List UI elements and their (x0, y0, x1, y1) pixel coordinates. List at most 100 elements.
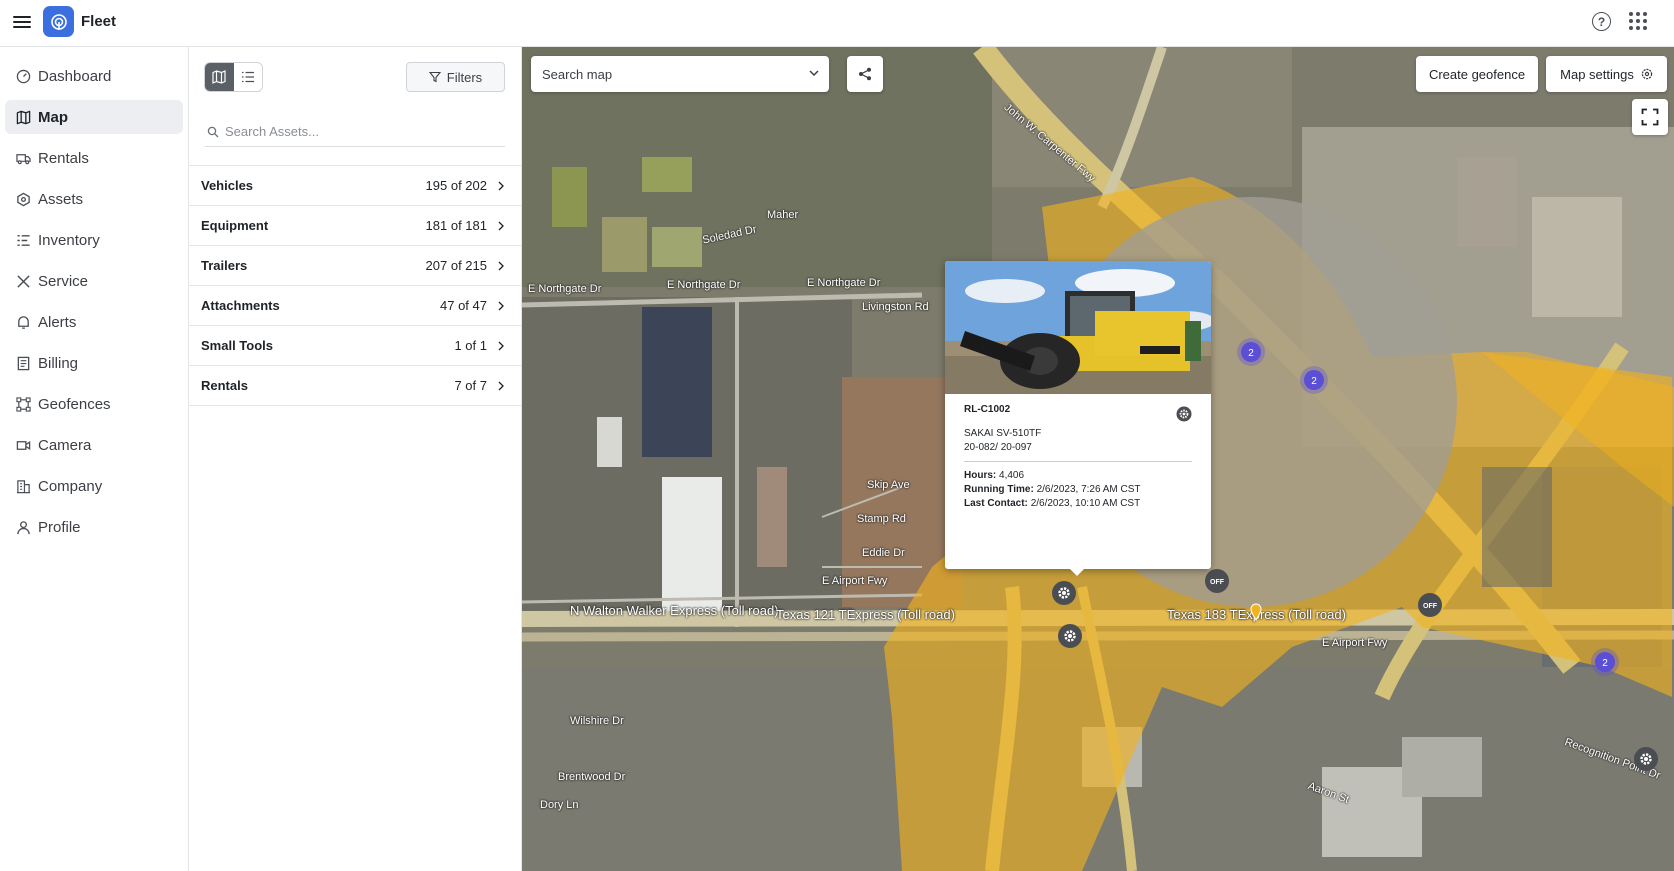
nav-item-billing[interactable]: Billing (5, 346, 183, 380)
location-pin-marker[interactable] (1249, 603, 1263, 626)
search-map-field[interactable] (531, 56, 829, 92)
category-name: Rentals (201, 378, 248, 393)
bell-icon (15, 314, 31, 330)
view-toggle (204, 62, 263, 92)
app-title: Fleet (81, 13, 117, 30)
off-badge-icon: OFF (1418, 593, 1442, 617)
chevron-right-icon (498, 341, 504, 350)
share-button[interactable] (847, 56, 883, 92)
road-label: E Northgate Dr (667, 279, 741, 291)
category-row-equipment[interactable]: Equipment 181 of 181 (189, 206, 521, 246)
asset-cluster-marker[interactable]: 2 (1590, 647, 1620, 682)
map-canvas[interactable]: N Walton Walker Express (Toll road) Texa… (522, 47, 1674, 871)
category-row-attachments[interactable]: Attachments 47 of 47 (189, 286, 521, 326)
last-contact-value: 2/6/2023, 10:10 AM CST (1030, 498, 1141, 509)
cluster-icon: 2 (1300, 366, 1328, 394)
asset-off-marker[interactable]: OFF (1417, 592, 1443, 623)
nav-item-map[interactable]: Map (5, 100, 183, 134)
category-row-vehicles[interactable]: Vehicles 195 of 202 (189, 166, 521, 206)
truck-icon (15, 150, 31, 166)
road-label: E Northgate Dr (528, 283, 602, 295)
category-count: 7 of 7 (454, 378, 487, 393)
nav-item-profile[interactable]: Profile (5, 510, 183, 544)
asset-off-marker[interactable]: OFF (1204, 568, 1230, 599)
nav-item-assets[interactable]: Assets (5, 182, 183, 216)
last-contact-row: Last Contact: 2/6/2023, 10:10 AM CST (964, 498, 1192, 509)
category-name: Small Tools (201, 338, 273, 353)
filters-button[interactable]: Filters (406, 62, 505, 92)
cluster-count: 2 (1311, 376, 1317, 387)
cluster-icon: 2 (1591, 648, 1619, 676)
chevron-down-icon[interactable] (809, 70, 819, 77)
category-list: Vehicles 195 of 202 Equipment 181 of 181… (189, 165, 521, 406)
search-assets-input[interactable] (225, 124, 495, 139)
invoice-icon (15, 355, 31, 371)
road-label: N Walton Walker Express (Toll road) (570, 603, 779, 618)
nav-item-inventory[interactable]: Inventory (5, 223, 183, 257)
nav-item-label: Profile (38, 518, 81, 536)
help-circle-icon[interactable]: ? (1592, 12, 1611, 31)
asset-info-popup[interactable]: RL-C1002 SAKAI SV-510TF 20-082/ 20-097 H… (945, 261, 1211, 576)
asset-cluster-marker[interactable]: 2 (1299, 365, 1329, 400)
apps-grid-icon[interactable] (1629, 12, 1647, 30)
equipment-marker[interactable] (1633, 746, 1659, 777)
hamburger-menu-icon[interactable] (13, 13, 31, 31)
nav-item-alerts[interactable]: Alerts (5, 305, 183, 339)
user-icon (15, 519, 31, 535)
nav-item-service[interactable]: Service (5, 264, 183, 298)
nav-item-label: Billing (38, 354, 79, 372)
map-icon (15, 109, 31, 125)
chevron-right-icon (498, 261, 504, 270)
camera-icon (15, 437, 31, 453)
asset-cluster-marker[interactable]: 2 (1236, 337, 1266, 372)
top-bar: Fleet ? (0, 0, 1674, 47)
off-label: OFF (1423, 603, 1438, 610)
filter-icon (428, 71, 441, 83)
divider (964, 461, 1192, 462)
nav-item-label: Assets (38, 190, 84, 208)
category-row-trailers[interactable]: Trailers 207 of 215 (189, 246, 521, 286)
nav-item-camera[interactable]: Camera (5, 428, 183, 462)
category-count: 195 of 202 (425, 178, 487, 193)
category-count: 181 of 181 (425, 218, 487, 233)
map-view-button[interactable] (205, 63, 234, 91)
list-icon (241, 71, 254, 83)
nav-item-label: Company (38, 477, 103, 495)
create-geofence-button[interactable]: Create geofence (1416, 56, 1538, 92)
dashboard-icon (15, 68, 31, 84)
nav-item-dashboard[interactable]: Dashboard (5, 59, 183, 93)
list-view-button[interactable] (234, 63, 263, 91)
nav-item-rentals[interactable]: Rentals (5, 141, 183, 175)
category-row-small-tools[interactable]: Small Tools 1 of 1 (189, 326, 521, 366)
fullscreen-button[interactable] (1632, 99, 1668, 135)
road-label: Livingston Rd (862, 301, 929, 313)
nav-item-label: Service (38, 272, 89, 290)
road-label: E Northgate Dr (807, 277, 881, 289)
chevron-right-icon (498, 381, 504, 390)
nav-item-geofences[interactable]: Geofences (5, 387, 183, 421)
map-settings-button[interactable]: Map settings (1546, 56, 1667, 92)
building-icon (15, 478, 31, 494)
wrench-icon (15, 273, 31, 289)
nav-item-company[interactable]: Company (5, 469, 183, 503)
search-assets-field[interactable] (205, 117, 505, 147)
nav-item-label: Rentals (38, 149, 89, 167)
last-contact-label: Last Contact: (964, 498, 1028, 509)
equipment-marker[interactable] (1057, 623, 1083, 654)
running-time-value: 2/6/2023, 7:26 AM CST (1036, 484, 1141, 495)
category-name: Trailers (201, 258, 248, 273)
category-count: 47 of 47 (440, 298, 487, 313)
road-label: Eddie Dr (862, 547, 905, 559)
off-label: OFF (1210, 579, 1225, 586)
category-count: 207 of 215 (425, 258, 487, 273)
equipment-marker[interactable] (1051, 580, 1077, 611)
gear-icon (1634, 747, 1658, 771)
nav-item-label: Alerts (38, 313, 77, 331)
search-map-input[interactable] (542, 66, 792, 82)
gear-icon[interactable] (1176, 406, 1192, 422)
search-icon (207, 126, 219, 137)
hours-value: 4,406 (999, 470, 1025, 481)
chevron-right-icon (498, 221, 504, 230)
fleet-logo-icon[interactable] (43, 6, 74, 37)
category-row-rentals[interactable]: Rentals 7 of 7 (189, 366, 521, 406)
